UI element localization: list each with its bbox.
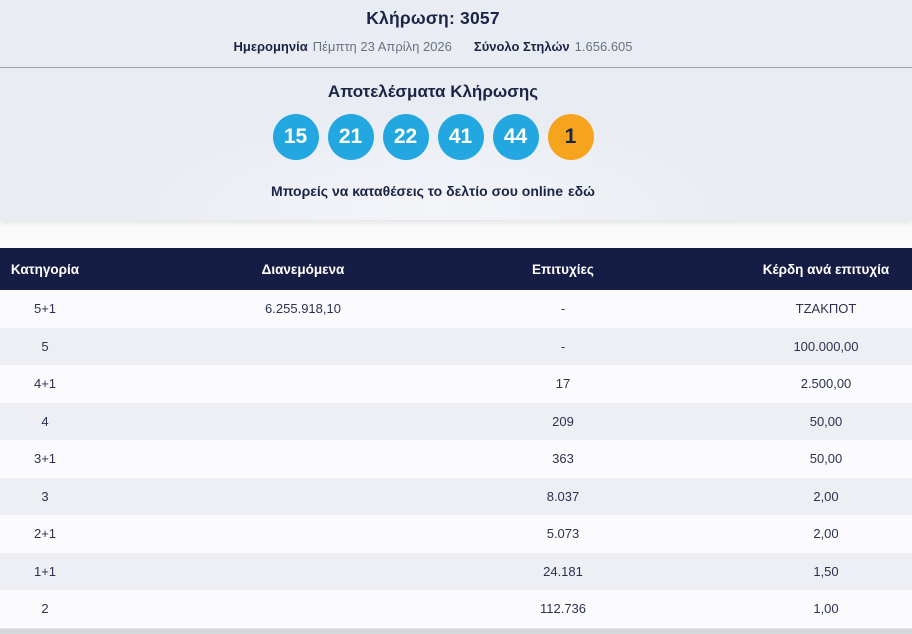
cell-winners: 17 (516, 376, 610, 391)
draw-meta: Ημερομηνία Πέμπτη 23 Απρίλη 2026 Σύνολο … (0, 39, 866, 54)
cell-prize-per-win: 2.500,00 (610, 376, 912, 391)
winning-number-ball: 22 (383, 114, 429, 160)
cell-prize-per-win: ΤΖΑΚΠΟΤ (610, 301, 912, 316)
cell-winners: - (516, 301, 610, 316)
column-header-category: Κατηγορία (0, 262, 90, 277)
draw-date: Ημερομηνία Πέμπτη 23 Απρίλη 2026 (233, 39, 451, 54)
draw-results-section: Αποτελέσματα Κλήρωσης 15212241441 Μπορεί… (0, 68, 912, 220)
draw-date-label: Ημερομηνία (233, 39, 307, 54)
winning-number-ball: 15 (273, 114, 319, 160)
table-row: 2+1 5.0732,00 (0, 515, 912, 553)
winning-numbers: 15212241441 (0, 114, 866, 160)
draw-header: Κλήρωση: 3057 Ημερομηνία Πέμπτη 23 Απρίλ… (0, 0, 912, 68)
section-gap (0, 220, 912, 248)
bonus-number-ball: 1 (548, 114, 594, 160)
winning-number-ball: 41 (438, 114, 484, 160)
cell-winners: 24.181 (516, 564, 610, 579)
cell-distributed: 6.255.918,10 (90, 301, 516, 316)
cell-category: 3+1 (0, 451, 90, 466)
total-columns: Σύνολο Στηλών 1.656.605 (474, 39, 633, 54)
cell-prize-per-win: 1,00 (610, 601, 912, 616)
cell-prize-per-win: 2,00 (610, 526, 912, 541)
column-header-prize-per-win: Κέρδη ανά επιτυχία (610, 262, 912, 277)
cell-prize-per-win: 2,00 (610, 489, 912, 504)
table-row: 1+1 24.1811,50 (0, 553, 912, 591)
cell-winners: 8.037 (516, 489, 610, 504)
table-row: 4+1 172.500,00 (0, 365, 912, 403)
cell-category: 5 (0, 339, 90, 354)
winning-number-ball: 21 (328, 114, 374, 160)
cell-winners: 209 (516, 414, 610, 429)
winning-number-ball: 44 (493, 114, 539, 160)
cell-category: 4+1 (0, 376, 90, 391)
cell-category: 3 (0, 489, 90, 504)
cell-category: 5+1 (0, 301, 90, 316)
cell-category: 4 (0, 414, 90, 429)
cell-category: 2 (0, 601, 90, 616)
cell-prize-per-win: 50,00 (610, 451, 912, 466)
draw-date-value: Πέμπτη 23 Απρίλη 2026 (313, 39, 452, 54)
prize-table-body: 5+16.255.918,10-ΤΖΑΚΠΟΤ5-100.000,004+117… (0, 290, 912, 628)
cell-prize-per-win: 50,00 (610, 414, 912, 429)
cell-prize-per-win: 100.000,00 (610, 339, 912, 354)
total-columns-value: 1.656.605 (575, 39, 633, 54)
footer-strip (0, 628, 912, 634)
column-header-distributed: Διανεμόμενα (90, 262, 516, 277)
cell-category: 1+1 (0, 564, 90, 579)
cell-winners: 5.073 (516, 526, 610, 541)
cell-category: 2+1 (0, 526, 90, 541)
results-heading: Αποτελέσματα Κλήρωσης (0, 68, 866, 102)
draw-title: Κλήρωση: 3057 (0, 0, 866, 29)
cell-winners: 112.736 (516, 601, 610, 616)
online-submit-link[interactable]: εδώ (568, 183, 595, 199)
prize-table-header: Κατηγορία Διανεμόμενα Επιτυχίες Κέρδη αν… (0, 248, 912, 290)
results-note-text: Μπορείς να καταθέσεις το δελτίο σου onli… (271, 183, 563, 199)
cell-winners: 363 (516, 451, 610, 466)
column-header-winners: Επιτυχίες (516, 262, 610, 277)
table-row: 3 8.0372,00 (0, 478, 912, 516)
table-row: 4 20950,00 (0, 403, 912, 441)
table-row: 2 112.7361,00 (0, 590, 912, 628)
table-row: 3+1 36350,00 (0, 440, 912, 478)
results-note: Μπορείς να καταθέσεις το δελτίο σου onli… (0, 183, 866, 199)
table-row: 5 -100.000,00 (0, 328, 912, 366)
total-columns-label: Σύνολο Στηλών (474, 39, 570, 54)
cell-prize-per-win: 1,50 (610, 564, 912, 579)
prize-table: Κατηγορία Διανεμόμενα Επιτυχίες Κέρδη αν… (0, 248, 912, 628)
table-row: 5+16.255.918,10-ΤΖΑΚΠΟΤ (0, 290, 912, 328)
cell-winners: - (516, 339, 610, 354)
